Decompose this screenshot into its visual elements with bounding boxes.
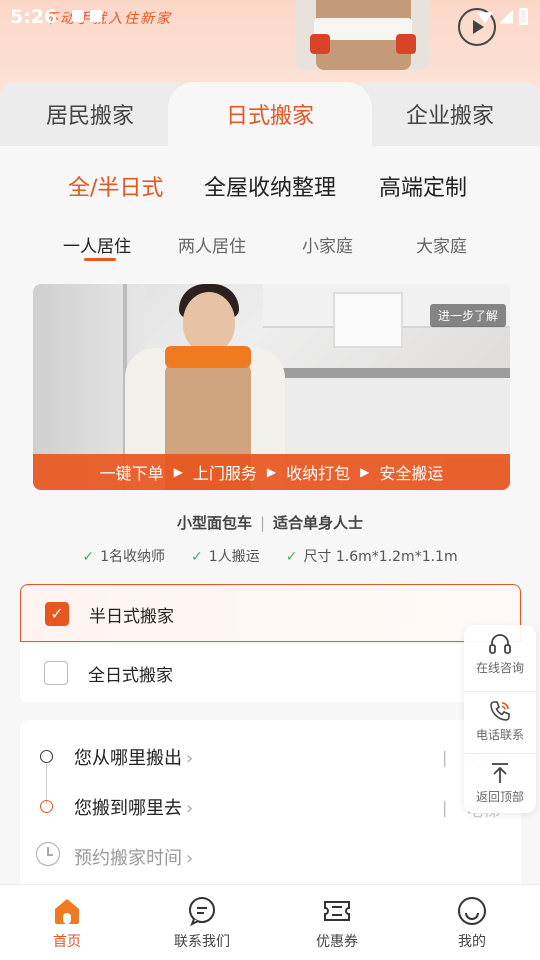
tab-resident-moving[interactable]: 居民搬家 xyxy=(0,82,180,146)
status-bar: 5:26 xyxy=(0,0,540,36)
size-tab-two-person[interactable]: 两人居住 xyxy=(178,232,246,257)
service-video[interactable]: 进一步了解 一键下单 ▶ 上门服务 ▶ 收纳打包 ▶ 安全搬运 xyxy=(33,284,510,490)
move-time-text: 预约搬家时间 › xyxy=(74,844,193,870)
subtab-full-half-japanese[interactable]: 全/半日式 xyxy=(68,170,163,202)
move-from-row[interactable]: 您从哪里搬出› | 电梯 xyxy=(20,736,521,776)
household-size-tabs: 一人居住 两人居住 小家庭 大家庭 xyxy=(0,228,540,268)
status-notification-icons xyxy=(72,10,102,22)
floating-action-bar: 在线咨询 电话联系 返回顶部 xyxy=(464,625,536,813)
feature-item: ✓ 尺寸 1.6m*1.2m*1.1m xyxy=(286,546,458,566)
tab-label: 日式搬家 xyxy=(225,104,314,129)
nav-mine[interactable]: 我的 xyxy=(422,895,522,951)
step-label: 收纳打包 xyxy=(286,464,351,483)
nav-label: 联系我们 xyxy=(174,934,230,950)
check-icon: ✓ xyxy=(82,549,95,565)
feature-item: ✓ 1名收纳师 xyxy=(82,546,165,566)
online-consult-button[interactable]: 在线咨询 xyxy=(464,625,536,687)
feature-list: ✓ 1名收纳师 ✓ 1人搬运 ✓ 尺寸 1.6m*1.2m*1.1m xyxy=(0,546,540,566)
checkbox-unchecked[interactable] xyxy=(44,661,68,685)
bottom-navigation: 首页 联系我们 优惠券 我的 xyxy=(0,884,540,960)
tab-label: 企业搬家 xyxy=(405,104,494,129)
nav-label: 首页 xyxy=(53,934,81,950)
move-from-label: 您从哪里搬出 xyxy=(74,748,182,769)
tab-japanese-moving[interactable]: 日式搬家 xyxy=(168,82,372,146)
move-time-label: 预约搬家时间 xyxy=(74,848,182,869)
signal-icon xyxy=(499,9,513,24)
step-label: 一键下单 xyxy=(99,464,164,483)
check-icon: ✓ xyxy=(191,549,203,565)
float-label: 在线咨询 xyxy=(475,661,524,675)
vehicle-type: 小型面包车 xyxy=(176,514,252,532)
divider: | xyxy=(442,798,448,817)
notification-icon xyxy=(72,10,84,22)
service-steps-bar: 一键下单 ▶ 上门服务 ▶ 收纳打包 ▶ 安全搬运 xyxy=(33,454,510,490)
notification-icon xyxy=(90,10,102,22)
subtab-premium-custom[interactable]: 高端定制 xyxy=(379,170,467,202)
feature-label: 1人搬运 xyxy=(208,549,260,565)
arrow-right-icon: ▶ xyxy=(360,465,370,479)
phone-icon xyxy=(490,701,510,721)
battery-icon xyxy=(519,8,528,25)
move-to-label: 您搬到哪里去 xyxy=(74,798,182,819)
home-icon xyxy=(55,899,79,924)
nav-label: 我的 xyxy=(458,934,486,950)
nav-label: 优惠券 xyxy=(316,934,358,950)
size-tab-small-family[interactable]: 小家庭 xyxy=(302,232,353,257)
float-label: 电话联系 xyxy=(475,728,524,742)
tab-label: 居民搬家 xyxy=(45,104,134,129)
chevron-right-icon: › xyxy=(186,848,194,869)
option-full-japanese[interactable]: 全日式搬家 xyxy=(20,644,521,702)
chevron-right-icon: › xyxy=(186,748,194,769)
option-label: 半日式搬家 xyxy=(89,607,174,627)
subtab-whole-house-organizing[interactable]: 全屋收纳整理 xyxy=(204,170,336,202)
float-label: 返回顶部 xyxy=(475,790,524,804)
nav-coupons[interactable]: 优惠券 xyxy=(287,895,387,951)
smile-icon xyxy=(458,897,486,925)
divider: | xyxy=(442,748,448,767)
headset-icon xyxy=(489,634,511,654)
coupon-icon xyxy=(324,901,350,921)
learn-more-button[interactable]: 进一步了解 xyxy=(429,304,506,327)
vehicle-suitable: 适合单身人士 xyxy=(273,514,364,532)
wifi-icon xyxy=(477,12,493,24)
option-label: 全日式搬家 xyxy=(88,666,173,686)
status-time: 5:26 xyxy=(10,6,58,28)
nav-home[interactable]: 首页 xyxy=(17,895,117,951)
service-sub-tabs: 全/半日式 全屋收纳整理 高端定制 xyxy=(0,146,540,220)
arrow-right-icon: ▶ xyxy=(173,465,183,479)
move-time-row[interactable]: 预约搬家时间 › xyxy=(20,836,521,876)
step-label: 上门服务 xyxy=(192,464,257,483)
size-tab-one-person[interactable]: 一人居住 xyxy=(63,232,131,257)
feature-label: 1名收纳师 xyxy=(100,549,166,565)
tab-enterprise-moving[interactable]: 企业搬家 xyxy=(360,82,540,146)
chevron-right-icon: › xyxy=(186,798,194,819)
option-half-japanese[interactable]: ✓ 半日式搬家 xyxy=(20,584,521,642)
move-to-text: 您搬到哪里去 › xyxy=(74,794,193,820)
chat-icon xyxy=(189,897,215,927)
address-card: 您从哪里搬出› | 电梯 您搬到哪里去› | 电梯 预约搬家时间› xyxy=(20,720,521,896)
active-tab-indicator xyxy=(84,258,116,261)
main-tabs: 居民搬家 企业搬家 日式搬家 xyxy=(0,82,540,146)
origin-dot-icon xyxy=(40,750,53,763)
destination-dot-icon xyxy=(40,800,53,813)
size-tab-large-family[interactable]: 大家庭 xyxy=(416,232,467,257)
feature-label: 尺寸 1.6m*1.2m*1.1m xyxy=(303,549,458,565)
divider: | xyxy=(259,514,266,532)
move-to-row[interactable]: 您搬到哪里去› | 电梯 xyxy=(20,786,521,826)
step-label: 安全搬运 xyxy=(379,464,444,483)
move-from-text: 您从哪里搬出 › xyxy=(74,744,193,770)
arrow-up-icon xyxy=(492,763,508,783)
clock-icon xyxy=(36,842,60,866)
check-icon: ✓ xyxy=(285,549,298,565)
content-panel: 全/半日式 全屋收纳整理 高端定制 一人居住 两人居住 小家庭 大家庭 进一步了… xyxy=(0,146,540,896)
feature-item: ✓ 1人搬运 xyxy=(191,546,260,566)
nav-contact-us[interactable]: 联系我们 xyxy=(152,895,252,951)
arrow-right-icon: ▶ xyxy=(266,465,277,479)
phone-contact-button[interactable]: 电话联系 xyxy=(464,691,536,753)
back-to-top-button[interactable]: 返回顶部 xyxy=(464,753,536,815)
checkbox-checked[interactable]: ✓ xyxy=(45,602,69,626)
vehicle-info: 小型面包车 | 适合单身人士 xyxy=(0,512,540,533)
